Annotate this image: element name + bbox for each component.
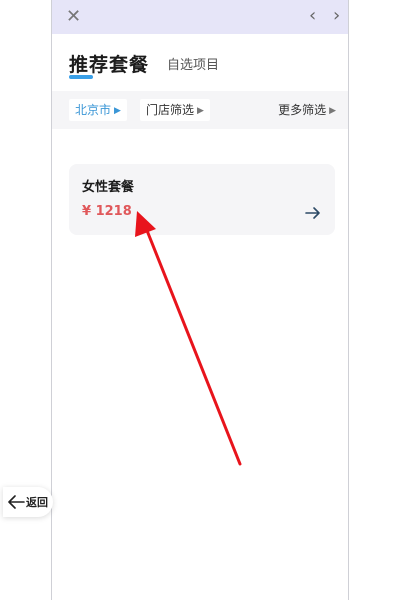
package-title: 女性套餐 bbox=[82, 180, 135, 195]
store-filter[interactable]: 门店筛选 ▶ bbox=[140, 99, 210, 121]
store-filter-label: 门店筛选 bbox=[146, 103, 195, 117]
back-button[interactable]: 返回 bbox=[3, 487, 53, 517]
tab-custom-items[interactable]: 自选项目 bbox=[167, 54, 219, 73]
city-filter[interactable]: 北京市 ▶ bbox=[69, 99, 127, 121]
package-price: ¥ 1218 bbox=[82, 204, 132, 219]
triangle-right-icon: ▶ bbox=[329, 106, 336, 116]
top-bar: ✕ ‹ › bbox=[52, 0, 348, 34]
chevron-left-icon[interactable]: ‹ bbox=[309, 5, 316, 27]
arrow-right-icon[interactable] bbox=[305, 206, 321, 220]
tab-recommended-packages[interactable]: 推荐套餐 bbox=[69, 50, 149, 77]
filter-bar: 北京市 ▶ 门店筛选 ▶ 更多筛选 ▶ bbox=[52, 91, 348, 129]
app-screen: ✕ ‹ › 推荐套餐 自选项目 北京市 ▶ 门店筛选 ▶ 更多筛选 ▶ 女性套餐 ¥ … bbox=[51, 0, 349, 600]
triangle-right-icon: ▶ bbox=[197, 106, 204, 116]
more-filters-label: 更多筛选 bbox=[278, 103, 327, 117]
more-filters[interactable]: 更多筛选 ▶ bbox=[278, 99, 336, 122]
back-button-label: 返回 bbox=[26, 496, 48, 509]
close-icon[interactable]: ✕ bbox=[66, 6, 81, 28]
city-filter-label: 北京市 bbox=[75, 103, 112, 117]
triangle-right-icon: ▶ bbox=[114, 106, 121, 116]
package-card[interactable]: 女性套餐 ¥ 1218 bbox=[69, 164, 335, 235]
active-tab-indicator bbox=[69, 75, 93, 79]
arrow-left-icon bbox=[8, 495, 25, 509]
chevron-right-icon[interactable]: › bbox=[333, 5, 340, 27]
